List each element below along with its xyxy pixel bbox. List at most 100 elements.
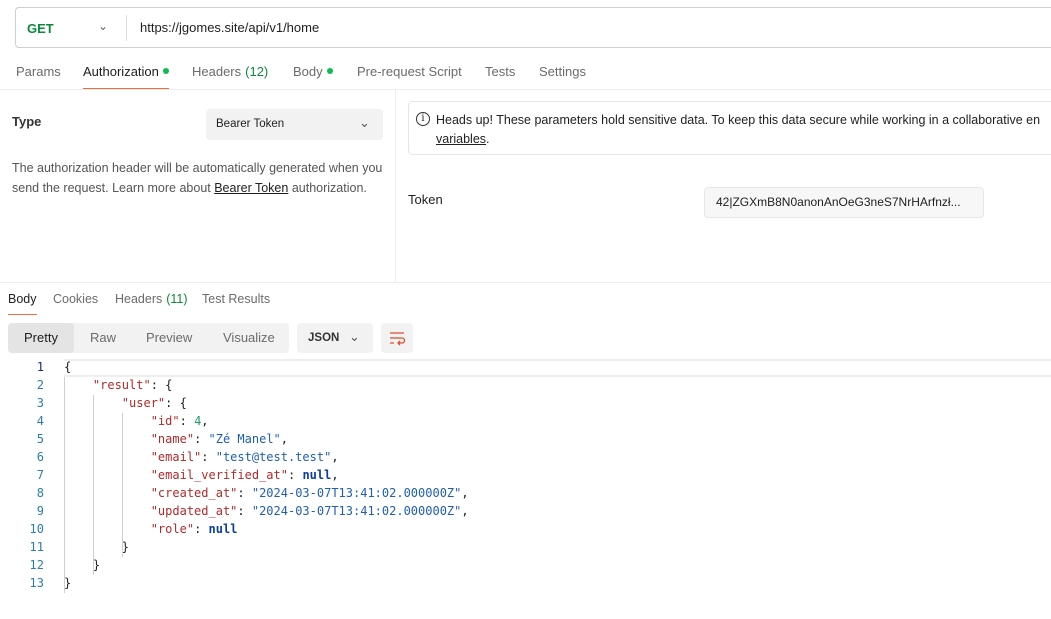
line-number: 6	[36, 450, 44, 464]
tab-label: Body	[293, 64, 323, 79]
line-number: 4	[36, 414, 44, 428]
tab-label: Authorization	[83, 64, 159, 79]
line-number: 2	[36, 378, 44, 392]
line-number: 13	[29, 576, 44, 590]
tab-label: Pre-request Script	[357, 64, 462, 79]
code-token: }	[64, 576, 72, 590]
line-number: 8	[36, 486, 44, 500]
tab-authorization[interactable]: Authorization	[83, 64, 169, 89]
tab-label: Headers	[115, 292, 163, 306]
tab-label: Cookies	[53, 292, 99, 306]
code-line: "email_verified_at": null,	[64, 466, 339, 484]
variables-link[interactable]: variables	[436, 132, 486, 146]
code-token: :	[194, 522, 209, 536]
tab-label: Test Results	[202, 292, 271, 306]
code-line: {	[64, 358, 71, 376]
line-number: 10	[29, 522, 44, 536]
view-preview[interactable]: Preview	[146, 330, 192, 345]
response-tab-body[interactable]: Body	[8, 292, 37, 315]
url-input[interactable]: https://jgomes.site/api/v1/home	[140, 20, 319, 35]
code-token: ,	[461, 504, 469, 518]
line-number: 11	[29, 540, 44, 554]
tab-label: Params	[16, 64, 61, 79]
type-label: Type	[12, 114, 42, 129]
tab-label: Body	[8, 292, 37, 306]
format-select[interactable]: JSON ⌄	[297, 323, 373, 353]
divider	[395, 90, 396, 282]
tab-headers[interactable]: Headers (12)	[192, 64, 268, 79]
code-token: : {	[165, 396, 187, 410]
token-input[interactable]: 42|ZGXmB8N0anonAnOeG3neS7NrHArfnzł...	[704, 187, 984, 218]
view-raw[interactable]: Raw	[90, 330, 116, 345]
line-number: 9	[36, 504, 44, 518]
status-dot-icon	[326, 68, 333, 74]
code-token: ,	[461, 486, 469, 500]
code-token: :	[194, 432, 209, 446]
code-token: "role"	[150, 522, 195, 536]
tab-count: (11)	[166, 292, 188, 306]
tab-settings[interactable]: Settings	[539, 64, 586, 79]
alert-text: .	[486, 132, 490, 146]
auth-type-value: Bearer Token	[216, 118, 285, 130]
code-token: "id"	[150, 414, 180, 428]
code-token: null	[208, 522, 238, 536]
code-token: "2024-03-07T13:41:02.000000Z"	[251, 486, 462, 500]
code-token: : {	[150, 378, 173, 392]
code-token: "email_verified_at"	[150, 468, 288, 482]
tab-params[interactable]: Params	[16, 64, 61, 79]
line-number: 7	[36, 468, 44, 482]
code-token: :	[179, 414, 195, 428]
wrap-lines-button[interactable]	[381, 323, 413, 353]
auth-type-select[interactable]: Bearer Token ⌄	[206, 109, 383, 140]
response-tab-cookies[interactable]: Cookies	[53, 292, 98, 306]
code-token: ,	[331, 450, 339, 464]
code-token: "Zé Manel"	[208, 432, 281, 446]
code-token: "name"	[150, 432, 195, 446]
token-label: Token	[408, 192, 443, 207]
divider	[0, 282, 1051, 283]
url-bar: GET ⌄ https://jgomes.site/api/v1/home	[15, 7, 1051, 48]
code-token: ,	[331, 468, 339, 482]
code-token: {	[64, 360, 72, 374]
bearer-token-link[interactable]: Bearer Token	[214, 181, 288, 195]
code-token: "user"	[121, 396, 166, 410]
method-select[interactable]: GET	[27, 21, 54, 36]
divider	[126, 15, 127, 41]
response-tab-test-results[interactable]: Test Results	[202, 292, 270, 306]
chevron-down-icon: ⌄	[349, 329, 360, 344]
line-number: 12	[29, 558, 44, 572]
code-line: "role": null	[64, 520, 238, 538]
code-token: :	[287, 468, 303, 482]
chevron-down-icon: ⌄	[359, 115, 370, 130]
code-token: "test@test.test"	[215, 450, 332, 464]
line-number: 1	[36, 360, 44, 374]
alert-text: Heads up! These parameters hold sensitiv…	[436, 113, 1041, 127]
code-token: :	[237, 504, 252, 518]
wrap-icon	[390, 332, 406, 346]
auth-description: The authorization header will be automat…	[12, 158, 387, 198]
tab-label: Headers	[192, 64, 242, 79]
tab-tests[interactable]: Tests	[485, 64, 515, 79]
code-token: "result"	[92, 378, 151, 392]
code-token: }	[64, 540, 130, 554]
code-token: "email"	[150, 450, 202, 464]
code-line: "email": "test@test.test",	[64, 448, 339, 466]
code-token: "updated_at"	[150, 504, 238, 518]
line-number: 5	[36, 432, 44, 446]
tab-body[interactable]: Body	[293, 64, 333, 79]
code-token: "2024-03-07T13:41:02.000000Z"	[251, 504, 462, 518]
view-pretty[interactable]: Pretty	[24, 330, 58, 345]
response-tab-headers[interactable]: Headers (11)	[115, 292, 188, 306]
chevron-down-icon[interactable]: ⌄	[98, 19, 108, 33]
tab-pre-request-script[interactable]: Pre-request Script	[357, 64, 462, 79]
view-visualize[interactable]: Visualize	[223, 330, 275, 345]
code-line: }	[64, 538, 129, 556]
line-number: 3	[36, 396, 44, 410]
